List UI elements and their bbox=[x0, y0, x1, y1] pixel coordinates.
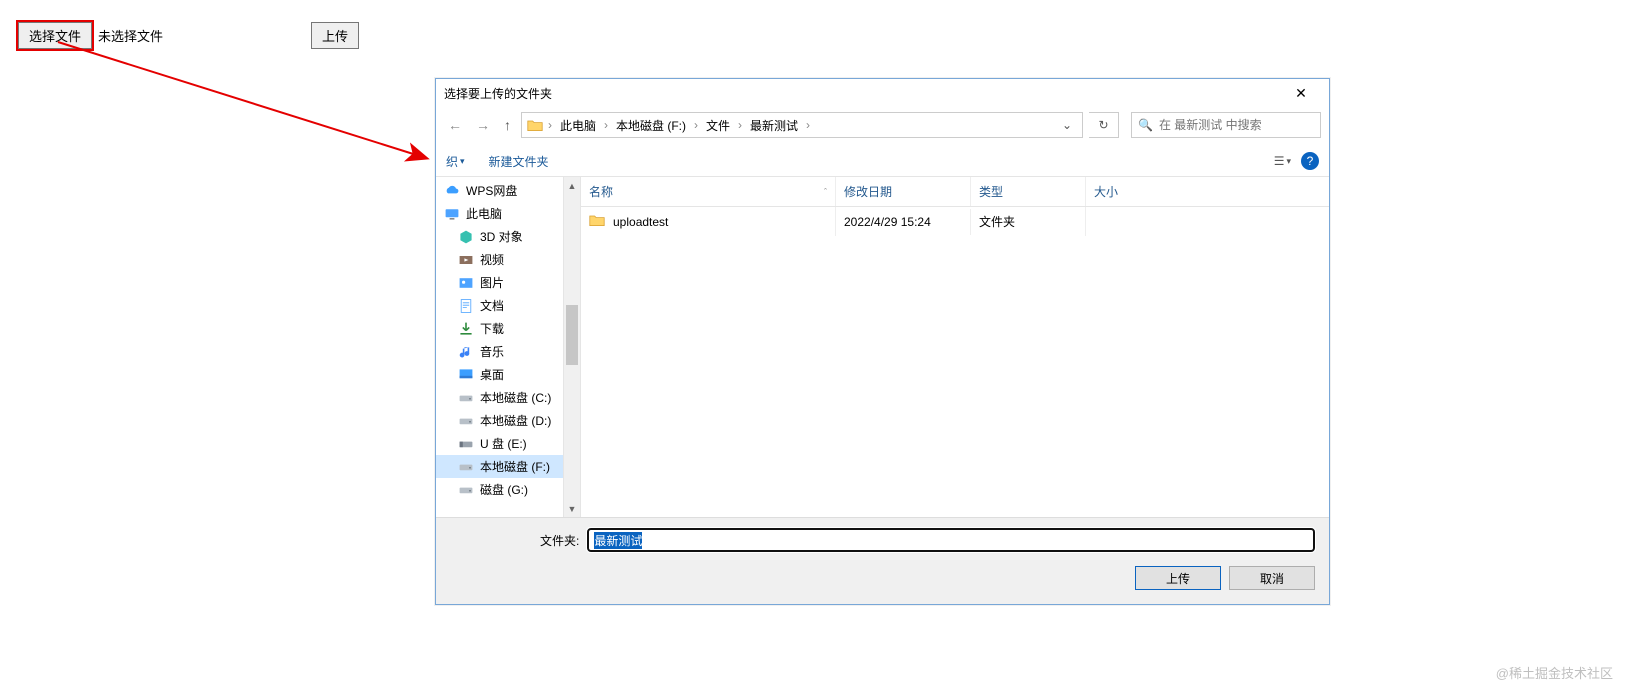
3d-icon bbox=[458, 229, 474, 245]
sort-indicator-icon: ˆ bbox=[794, 187, 827, 197]
pc-icon bbox=[444, 206, 460, 222]
disk-icon bbox=[458, 482, 474, 498]
sidebar-item-4[interactable]: 图片 bbox=[436, 271, 563, 294]
image-icon bbox=[458, 275, 474, 291]
search-icon: 🔍 bbox=[1138, 118, 1153, 132]
sidebar-item-label: 此电脑 bbox=[466, 205, 502, 222]
sidebar-item-label: 桌面 bbox=[480, 366, 504, 383]
usb-icon bbox=[458, 436, 474, 452]
sidebar-item-8[interactable]: 桌面 bbox=[436, 363, 563, 386]
disk-icon bbox=[458, 459, 474, 475]
sidebar-item-label: 本地磁盘 (F:) bbox=[480, 458, 550, 475]
column-header-type[interactable]: 类型 bbox=[971, 177, 1086, 206]
folder-picker-dialog: 选择要上传的文件夹 ✕ ← → ↑ › 此电脑 › 本地磁盘 (F:) › 文件… bbox=[435, 78, 1330, 605]
view-options-button[interactable]: ☰▾ bbox=[1274, 154, 1291, 168]
scroll-up-icon[interactable]: ▲ bbox=[564, 177, 580, 194]
file-type: 文件夹 bbox=[971, 207, 1086, 236]
desktop-icon bbox=[458, 367, 474, 383]
sidebar-item-10[interactable]: 本地磁盘 (D:) bbox=[436, 409, 563, 432]
scroll-down-icon[interactable]: ▼ bbox=[564, 500, 580, 517]
sidebar-item-11[interactable]: U 盘 (E:) bbox=[436, 432, 563, 455]
sidebar-item-label: 3D 对象 bbox=[480, 228, 523, 245]
file-row[interactable]: uploadtest 2022/4/29 15:24文件夹 bbox=[581, 207, 1329, 236]
breadcrumb[interactable]: › 此电脑 › 本地磁盘 (F:) › 文件 › 最新测试 › ⌄ bbox=[521, 112, 1083, 138]
file-list: 名称 ˆ 修改日期 类型 大小 uploadtest 2022/4/29 15:2… bbox=[581, 177, 1329, 517]
column-header-name[interactable]: 名称 ˆ bbox=[581, 177, 836, 206]
chevron-down-icon: ▾ bbox=[460, 156, 465, 167]
column-header-date[interactable]: 修改日期 bbox=[836, 177, 971, 206]
search-input[interactable]: 🔍 bbox=[1131, 112, 1321, 138]
sidebar-item-label: 文档 bbox=[480, 297, 504, 314]
sidebar-item-13[interactable]: 磁盘 (G:) bbox=[436, 478, 563, 501]
disk-icon bbox=[458, 390, 474, 406]
sidebar: WPS网盘此电脑 3D 对象视频图片文档下载音乐桌面本地磁盘 (C:) 本地磁盘 (… bbox=[436, 177, 564, 517]
folder-name-input[interactable] bbox=[587, 528, 1315, 552]
sidebar-item-label: 音乐 bbox=[480, 343, 504, 360]
choose-file-button[interactable]: 选择文件 bbox=[18, 22, 92, 49]
nav-forward-icon[interactable]: → bbox=[472, 117, 494, 133]
cloud-icon bbox=[444, 183, 460, 199]
scrollbar-thumb[interactable] bbox=[566, 305, 578, 365]
new-folder-button[interactable]: 新建文件夹 bbox=[489, 153, 549, 170]
sidebar-scrollbar[interactable]: ▲ ▼ bbox=[564, 177, 581, 517]
sidebar-item-5[interactable]: 文档 bbox=[436, 294, 563, 317]
column-header-size[interactable]: 大小 bbox=[1086, 177, 1329, 206]
music-icon bbox=[458, 344, 474, 360]
sidebar-item-label: 图片 bbox=[480, 274, 504, 291]
sidebar-item-6[interactable]: 下载 bbox=[436, 317, 563, 340]
refresh-icon[interactable]: ↻ bbox=[1089, 112, 1119, 138]
folder-name-label: 文件夹: bbox=[540, 532, 579, 549]
doc-icon bbox=[458, 298, 474, 314]
nav-up-icon[interactable]: ↑ bbox=[500, 117, 515, 133]
crumb-1[interactable]: 本地磁盘 (F:) bbox=[612, 117, 690, 134]
sidebar-item-label: WPS网盘 bbox=[466, 182, 517, 199]
dialog-title: 选择要上传的文件夹 bbox=[444, 85, 1281, 102]
video-icon bbox=[458, 252, 474, 268]
sidebar-item-3[interactable]: 视频 bbox=[436, 248, 563, 271]
dialog-cancel-button[interactable]: 取消 bbox=[1229, 566, 1315, 590]
folder-icon bbox=[589, 213, 605, 230]
crumb-0[interactable]: 此电脑 bbox=[556, 117, 600, 134]
sidebar-item-12[interactable]: 本地磁盘 (F:) bbox=[436, 455, 563, 478]
close-icon[interactable]: ✕ bbox=[1281, 85, 1321, 102]
chevron-down-icon[interactable]: ⌄ bbox=[1056, 118, 1078, 132]
file-date: 2022/4/29 15:24 bbox=[836, 209, 971, 235]
folder-icon bbox=[526, 116, 544, 134]
sidebar-item-label: 本地磁盘 (D:) bbox=[480, 412, 551, 429]
sidebar-item-7[interactable]: 音乐 bbox=[436, 340, 563, 363]
sidebar-item-2[interactable]: 3D 对象 bbox=[436, 225, 563, 248]
dialog-titlebar: 选择要上传的文件夹 ✕ bbox=[436, 79, 1329, 108]
file-size bbox=[1086, 216, 1329, 228]
sidebar-item-label: 下载 bbox=[480, 320, 504, 337]
disk-icon bbox=[458, 413, 474, 429]
organize-menu[interactable]: 织▾ bbox=[446, 153, 465, 170]
crumb-2[interactable]: 文件 bbox=[702, 117, 734, 134]
upload-button[interactable]: 上传 bbox=[311, 22, 359, 49]
search-field[interactable] bbox=[1159, 118, 1314, 132]
nav-back-icon[interactable]: ← bbox=[444, 117, 466, 133]
sidebar-item-label: U 盘 (E:) bbox=[480, 435, 527, 452]
help-icon[interactable]: ? bbox=[1301, 152, 1319, 170]
file-name: uploadtest bbox=[613, 215, 668, 229]
sidebar-item-9[interactable]: 本地磁盘 (C:) bbox=[436, 386, 563, 409]
dialog-upload-button[interactable]: 上传 bbox=[1135, 566, 1221, 590]
sidebar-item-1[interactable]: 此电脑 bbox=[436, 202, 563, 225]
no-file-label: 未选择文件 bbox=[98, 26, 163, 45]
sidebar-item-label: 磁盘 (G:) bbox=[480, 481, 528, 498]
sidebar-item-label: 视频 bbox=[480, 251, 504, 268]
watermark: @稀土掘金技术社区 bbox=[1496, 663, 1613, 682]
sidebar-item-0[interactable]: WPS网盘 bbox=[436, 179, 563, 202]
crumb-3[interactable]: 最新测试 bbox=[746, 117, 802, 134]
sidebar-item-label: 本地磁盘 (C:) bbox=[480, 389, 551, 406]
list-view-icon: ☰ bbox=[1274, 154, 1285, 168]
download-icon bbox=[458, 321, 474, 337]
